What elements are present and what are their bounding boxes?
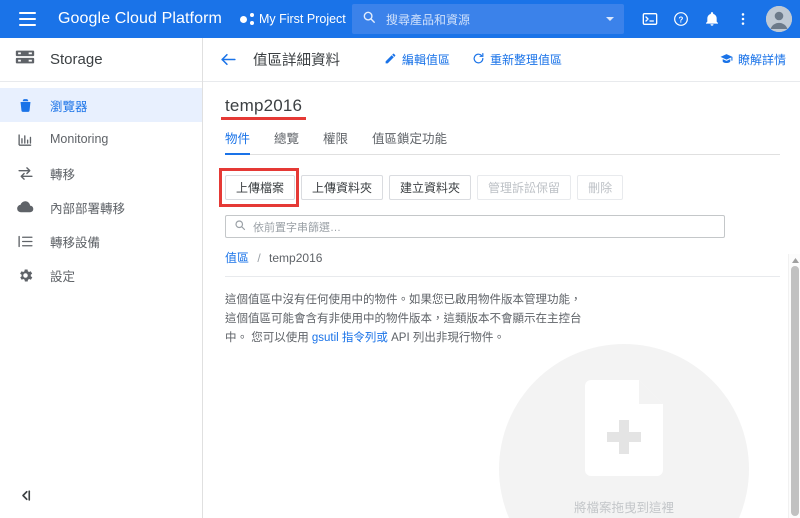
bucket-icon	[16, 96, 34, 114]
help-icon[interactable]: ?	[667, 5, 695, 33]
tab-overview[interactable]: 總覽	[274, 128, 299, 154]
dropzone-line-1: 將檔案拖曳到這裡	[573, 501, 674, 515]
tab-bucket-lock[interactable]: 值區鎖定功能	[372, 128, 447, 154]
upload-files-button[interactable]: 上傳檔案	[225, 175, 296, 200]
edit-bucket-button[interactable]: 編輯值區	[384, 51, 450, 68]
bucket-detail-content: temp2016 物件 總覽 權限 值區鎖定功能 上傳檔案 上傳資料夾 建立資料…	[203, 82, 800, 518]
pencil-edit-icon	[384, 52, 397, 68]
learn-more-label: 瞭解詳情	[737, 53, 786, 67]
gsutil-link[interactable]: gsutil 指令列或	[312, 332, 388, 344]
object-toolbar: 上傳檔案 上傳資料夾 建立資料夾 管理訴訟保留 刪除	[219, 168, 778, 207]
file-dropzone[interactable]: 將檔案拖曳到這裡 或點選 [上傳] 按鈕	[499, 344, 749, 518]
sidebar-item-label: 內部部署轉移	[50, 201, 126, 216]
bucket-tabs: 物件 總覽 權限 值區鎖定功能	[225, 128, 780, 155]
vertical-scrollbar[interactable]	[788, 254, 800, 518]
create-folder-button[interactable]: 建立資料夾	[389, 175, 472, 200]
refresh-bucket-button[interactable]: 重新整理值區	[472, 51, 562, 68]
page-title: 值區詳細資料	[253, 53, 340, 69]
sidebar-nav-list: 瀏覽器 Monitoring 轉移 內部部署轉移 轉移設備 設定	[0, 82, 202, 292]
sidebar-item-transfer[interactable]: 轉移	[0, 156, 202, 190]
svg-text:?: ?	[679, 15, 684, 24]
chevron-down-icon[interactable]	[606, 17, 614, 21]
cloud-upload-icon	[16, 198, 34, 216]
main-content: 值區詳細資料 編輯值區 重新整理值區 瞭解詳情 temp2016 物件 總覽 權…	[203, 38, 800, 518]
monitoring-chart-icon	[16, 130, 34, 148]
top-navigation-bar: Google Cloud Platform My First Project 搜…	[0, 0, 800, 38]
sidebar-item-label: 轉移設備	[50, 235, 101, 250]
top-bar-icon-group: ?	[636, 0, 792, 38]
transfer-appliance-icon	[16, 232, 34, 250]
project-selector[interactable]: My First Project	[239, 12, 362, 26]
search-icon	[234, 218, 246, 236]
brand-title: Google Cloud Platform	[58, 10, 222, 27]
sidebar-item-label: 瀏覽器	[50, 99, 88, 114]
sidebar-item-label: 設定	[50, 269, 76, 284]
cloud-shell-icon[interactable]	[636, 5, 664, 33]
collapse-sidebar-icon[interactable]	[14, 484, 36, 506]
bucket-name: temp2016	[225, 96, 303, 115]
file-add-icon	[585, 380, 663, 481]
prefix-filter-input[interactable]: 依前置字串篩選…	[225, 215, 725, 238]
more-vertical-icon[interactable]	[729, 5, 757, 33]
detail-header: 值區詳細資料 編輯值區 重新整理值區 瞭解詳情	[203, 38, 800, 82]
empty-state-text-3: 列出非現行物件。	[409, 332, 505, 344]
empty-state-api-text: API	[387, 332, 410, 344]
sidebar-item-transfer-appliance[interactable]: 轉移設備	[0, 224, 202, 258]
sidebar-item-label: 轉移	[50, 167, 76, 182]
gear-icon	[16, 266, 34, 284]
transfer-arrows-icon	[16, 164, 34, 182]
search-icon	[362, 10, 376, 29]
prefix-filter-placeholder: 依前置字串篩選…	[253, 221, 341, 234]
storage-icon	[14, 46, 36, 73]
manage-holds-button: 管理訴訟保留	[477, 175, 572, 200]
sidebar-item-onprem-transfer[interactable]: 內部部署轉移	[0, 190, 202, 224]
sidebar-item-settings[interactable]: 設定	[0, 258, 202, 292]
sidebar-item-monitoring[interactable]: Monitoring	[0, 122, 202, 156]
sidebar-product-title: Storage	[50, 51, 103, 68]
breadcrumb-root-link[interactable]: 值區	[225, 251, 249, 265]
scroll-up-arrow-icon[interactable]	[789, 254, 800, 266]
app-window: Google Cloud Platform My First Project 搜…	[0, 0, 800, 518]
breadcrumb-separator: /	[257, 251, 261, 265]
sidebar-item-label: Monitoring	[50, 132, 109, 146]
delete-button: 刪除	[577, 175, 624, 200]
red-underline-annotation	[221, 117, 307, 120]
project-dots-icon	[239, 13, 254, 25]
bucket-name-wrapper: temp2016	[221, 96, 307, 120]
back-arrow-icon[interactable]	[217, 49, 239, 71]
sidebar-item-browser[interactable]: 瀏覽器	[0, 88, 202, 122]
sidebar-product-header: Storage	[0, 38, 202, 82]
refresh-bucket-label: 重新整理值區	[490, 53, 563, 67]
tab-objects[interactable]: 物件	[225, 128, 251, 155]
global-search-input[interactable]: 搜尋產品和資源	[352, 4, 624, 34]
hamburger-menu-icon[interactable]	[8, 0, 46, 38]
graduation-cap-icon	[720, 52, 733, 68]
notifications-bell-icon[interactable]	[698, 5, 726, 33]
account-avatar[interactable]	[766, 6, 792, 32]
breadcrumb-current: temp2016	[269, 251, 323, 265]
content-divider	[225, 276, 780, 277]
breadcrumb: 值區 / temp2016	[225, 249, 778, 266]
scrollbar-thumb[interactable]	[791, 266, 799, 516]
project-name-label: My First Project	[258, 12, 346, 26]
edit-bucket-label: 編輯值區	[402, 53, 451, 67]
learn-more-button[interactable]: 瞭解詳情	[720, 51, 786, 68]
refresh-icon	[472, 52, 485, 68]
upload-folder-button[interactable]: 上傳資料夾	[301, 175, 384, 200]
empty-state-description: 這個值區中沒有任何使用中的物件。如果您已啟用物件版本管理功能，這個值區可能會含有…	[225, 291, 583, 348]
global-search-placeholder: 搜尋產品和資源	[386, 12, 471, 27]
left-sidebar: Storage 瀏覽器 Monitoring 轉移 內部部署轉移 轉移設備 設定	[0, 38, 203, 518]
tab-permissions[interactable]: 權限	[323, 128, 348, 154]
